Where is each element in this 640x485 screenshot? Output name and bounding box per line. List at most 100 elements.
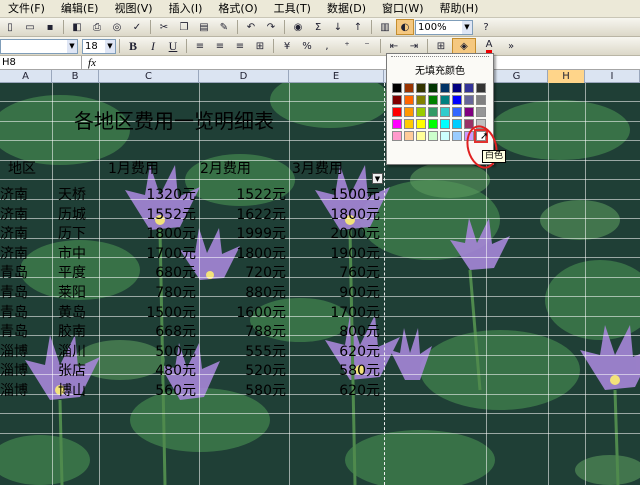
table-cell[interactable]: 520元 — [199, 362, 286, 380]
color-swatch[interactable] — [404, 95, 414, 105]
table-cell[interactable]: 580元 — [199, 382, 286, 400]
color-swatch[interactable] — [392, 131, 402, 141]
table-cell[interactable]: 淄川 — [58, 343, 98, 361]
name-box[interactable]: H8 — [0, 55, 82, 70]
color-swatch[interactable] — [404, 107, 414, 117]
worksheet[interactable]: A B C D E F G H I 各地区费用一览明细表 地区 1月费用 2月费… — [0, 70, 640, 485]
header-mar[interactable]: 3月费用 — [292, 160, 343, 178]
drawing-icon[interactable]: ◐ — [396, 19, 414, 35]
color-swatch[interactable] — [464, 95, 474, 105]
color-swatch[interactable] — [392, 107, 402, 117]
table-cell[interactable]: 济南 — [0, 186, 44, 204]
table-cell[interactable]: 1552元 — [99, 206, 196, 224]
menu-item[interactable]: 格式(O) — [210, 0, 265, 18]
table-cell[interactable]: 青岛 — [0, 264, 44, 282]
table-cell[interactable]: 1700元 — [99, 245, 196, 263]
new-file-icon[interactable]: ▯ — [1, 19, 19, 35]
table-cell[interactable]: 1500元 — [99, 304, 196, 322]
color-swatch[interactable] — [392, 95, 402, 105]
align-center-icon[interactable]: ≡ — [211, 38, 229, 54]
color-swatch[interactable] — [452, 107, 462, 117]
table-cell[interactable]: 668元 — [99, 323, 196, 341]
table-cell[interactable]: 560元 — [99, 382, 196, 400]
sheet-title[interactable]: 各地区费用一览明细表 — [74, 105, 274, 134]
color-swatch[interactable] — [440, 131, 450, 141]
italic-button[interactable]: I — [144, 38, 162, 54]
menu-item[interactable]: 帮助(H) — [432, 0, 487, 18]
spelling-icon[interactable]: ✓ — [128, 19, 146, 35]
header-feb[interactable]: 2月费用 — [200, 160, 251, 178]
table-cell[interactable]: 760元 — [289, 264, 380, 282]
table-cell[interactable]: 博山 — [58, 382, 98, 400]
no-fill-button[interactable]: 无填充颜色 — [391, 64, 489, 80]
color-swatch[interactable] — [440, 83, 450, 93]
autosum-button[interactable]: Σ — [309, 19, 327, 35]
table-cell[interactable]: 1622元 — [199, 206, 286, 224]
increase-decimal-icon[interactable]: ⁺ — [338, 38, 356, 54]
table-cell[interactable]: 1600元 — [199, 304, 286, 322]
print-preview-icon[interactable]: ◎ — [108, 19, 126, 35]
table-cell[interactable]: 张店 — [58, 362, 98, 380]
chart-wizard-icon[interactable]: ▥ — [376, 19, 394, 35]
table-cell[interactable]: 济南 — [0, 245, 44, 263]
menu-item[interactable]: 数据(D) — [319, 0, 374, 18]
table-cell[interactable]: 2000元 — [289, 225, 380, 243]
color-swatch[interactable] — [464, 107, 474, 117]
color-swatch[interactable] — [428, 83, 438, 93]
sort-descending-icon[interactable]: ↑ — [349, 19, 367, 35]
menu-item[interactable]: 工具(T) — [266, 0, 319, 18]
table-cell[interactable]: 1320元 — [99, 186, 196, 204]
table-cell[interactable]: 1500元 — [289, 186, 380, 204]
increase-indent-icon[interactable]: ⇥ — [405, 38, 423, 54]
table-cell[interactable]: 历城 — [58, 206, 98, 224]
table-cell[interactable]: 1999元 — [199, 225, 286, 243]
format-painter-icon[interactable]: ✎ — [215, 19, 233, 35]
menu-item[interactable]: 窗口(W) — [374, 0, 431, 18]
sort-ascending-icon[interactable]: ↓ — [329, 19, 347, 35]
table-cell[interactable]: 1800元 — [199, 245, 286, 263]
color-swatch[interactable] — [416, 83, 426, 93]
color-swatch[interactable] — [392, 83, 402, 93]
help-icon[interactable]: ? — [477, 19, 495, 35]
redo-icon[interactable]: ↷ — [262, 19, 280, 35]
decrease-decimal-icon[interactable]: ⁻ — [358, 38, 376, 54]
table-cell[interactable]: 1522元 — [199, 186, 286, 204]
table-cell[interactable]: 莱阳 — [58, 284, 98, 302]
table-cell[interactable]: 800元 — [289, 323, 380, 341]
color-swatch[interactable] — [416, 131, 426, 141]
color-swatch[interactable] — [392, 119, 402, 129]
table-cell[interactable]: 青岛 — [0, 304, 44, 322]
menu-item[interactable]: 文件(F) — [0, 0, 53, 18]
table-cell[interactable]: 历下 — [58, 225, 98, 243]
bold-button[interactable]: B — [124, 38, 142, 54]
zoom-select[interactable]: 100% ▼ — [415, 19, 473, 35]
permission-icon[interactable]: ◧ — [68, 19, 86, 35]
table-cell[interactable]: 620元 — [289, 343, 380, 361]
undo-icon[interactable]: ↶ — [242, 19, 260, 35]
color-swatch[interactable] — [416, 119, 426, 129]
table-cell[interactable]: 平度 — [58, 264, 98, 282]
column-header-g[interactable]: G — [486, 70, 548, 83]
column-header-c[interactable]: C — [99, 70, 199, 83]
table-cell[interactable]: 1700元 — [289, 304, 380, 322]
paste-icon[interactable]: ▤ — [195, 19, 213, 35]
color-swatch[interactable] — [404, 119, 414, 129]
color-swatch[interactable] — [452, 119, 462, 129]
color-swatch[interactable] — [440, 119, 450, 129]
align-right-icon[interactable]: ≡ — [231, 38, 249, 54]
column-header-b[interactable]: B — [52, 70, 99, 83]
color-swatch[interactable] — [452, 131, 462, 141]
color-swatch[interactable] — [476, 83, 486, 93]
table-cell[interactable]: 市中 — [58, 245, 98, 263]
table-cell[interactable]: 淄博 — [0, 362, 44, 380]
color-swatch[interactable] — [404, 131, 414, 141]
table-cell[interactable]: 济南 — [0, 206, 44, 224]
color-swatch[interactable] — [476, 107, 486, 117]
fx-icon[interactable]: fx — [82, 57, 102, 69]
table-cell[interactable]: 青岛 — [0, 284, 44, 302]
menu-item[interactable]: 编辑(E) — [53, 0, 107, 18]
column-header-d[interactable]: D — [199, 70, 289, 83]
header-jan[interactable]: 1月费用 — [108, 160, 159, 178]
color-swatch[interactable] — [452, 83, 462, 93]
toolbar-options-icon[interactable]: » — [502, 38, 520, 54]
